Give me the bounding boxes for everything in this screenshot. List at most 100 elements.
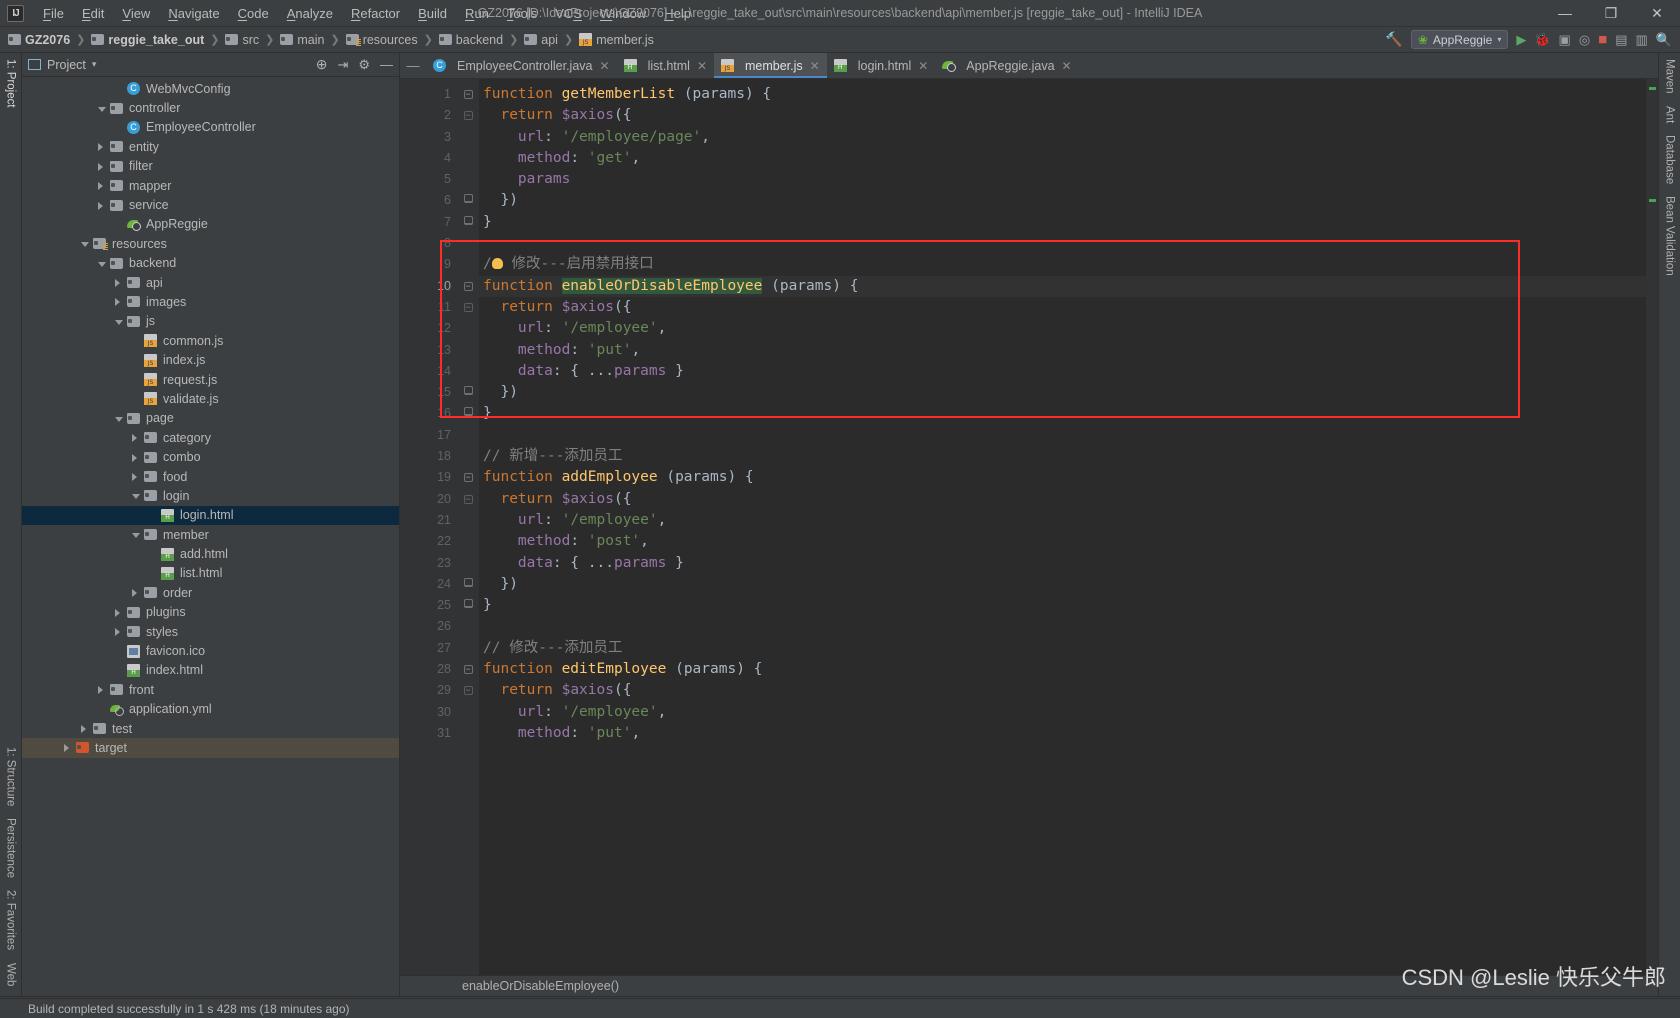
breadcrumb-item-member-js[interactable]: member.js — [577, 33, 656, 47]
code-line[interactable]: url: '/employee', — [479, 702, 1646, 723]
tree-right-arrow-icon[interactable] — [115, 278, 124, 287]
code-line[interactable]: return $axios({ — [479, 489, 1646, 510]
tree-node-plugins[interactable]: plugins — [22, 603, 399, 622]
breadcrumb-item-resources[interactable]: resources — [344, 33, 420, 47]
tree-down-arrow-icon[interactable] — [98, 259, 107, 268]
hide-icon[interactable]: — — [380, 57, 393, 72]
code-line[interactable]: function editEmployee (params) { — [479, 659, 1646, 680]
project-tree[interactable]: C WebMvcConfig controller C EmployeeControll… — [22, 77, 399, 996]
tree-right-arrow-icon[interactable] — [132, 588, 141, 597]
tree-node-order[interactable]: order — [22, 583, 399, 602]
code-line[interactable]: url: '/employee/page', — [479, 127, 1646, 148]
code-line[interactable]: url: '/employee', — [479, 510, 1646, 531]
fold-toggle-icon[interactable] — [457, 190, 479, 211]
menu-item-help[interactable]: Help — [655, 3, 700, 24]
editor-marker-scrollbar[interactable] — [1646, 79, 1658, 975]
tool-window-ant[interactable]: Ant — [1664, 100, 1676, 129]
code-line[interactable]: // 新增---添加员工 — [479, 446, 1646, 467]
tree-node-favicon-ico[interactable]: favicon.ico — [22, 641, 399, 660]
menu-item-refactor[interactable]: Refactor — [342, 3, 409, 24]
tree-right-arrow-icon[interactable] — [98, 201, 107, 210]
breadcrumb-item-src[interactable]: src — [223, 33, 261, 47]
tree-node-front[interactable]: front — [22, 680, 399, 699]
tree-node-filter[interactable]: filter — [22, 157, 399, 176]
tree-node-food[interactable]: food — [22, 467, 399, 486]
code-line[interactable]: / 修改---启用禁用接口 — [479, 254, 1646, 275]
close-icon[interactable]: ✕ — [697, 59, 707, 73]
tree-node-member[interactable]: member — [22, 525, 399, 544]
code-line[interactable]: }) — [479, 382, 1646, 403]
fold-toggle-icon[interactable] — [457, 382, 479, 403]
tree-node-target[interactable]: target — [22, 738, 399, 758]
tool-window-structure[interactable]: 1: Structure — [5, 741, 17, 812]
code-line[interactable]: method: 'put', — [479, 723, 1646, 744]
fold-toggle-icon[interactable]: − — [457, 467, 479, 488]
tree-node-login[interactable]: login — [22, 486, 399, 505]
menu-item-tools[interactable]: Tools — [498, 3, 546, 24]
menu-item-code[interactable]: Code — [229, 3, 278, 24]
menu-item-run[interactable]: Run — [456, 3, 498, 24]
code-line[interactable]: }) — [479, 190, 1646, 211]
tool-window-bean-validation[interactable]: Bean Validation — [1664, 190, 1676, 282]
close-icon[interactable]: ✕ — [1062, 59, 1072, 73]
tree-node-request-js[interactable]: request.js — [22, 370, 399, 389]
fold-toggle-icon[interactable]: − — [457, 84, 479, 105]
breadcrumb-item-reggie-take-out[interactable]: reggie_take_out — [89, 33, 206, 47]
code-line[interactable]: method: 'post', — [479, 531, 1646, 552]
code-line[interactable] — [479, 425, 1646, 446]
tool-window-favorites[interactable]: 2: Favorites — [5, 884, 17, 956]
locate-icon[interactable]: ⊕ — [316, 56, 328, 73]
code-line[interactable]: function addEmployee (params) { — [479, 467, 1646, 488]
tool-window-web[interactable]: Web — [5, 957, 17, 992]
tree-node-application-yml[interactable]: application.yml — [22, 700, 399, 719]
tabs-hide-icon[interactable]: — — [400, 53, 426, 78]
tree-right-arrow-icon[interactable] — [81, 724, 90, 733]
tree-node-entity[interactable]: entity — [22, 137, 399, 156]
tool-window-project[interactable]: 1: Project — [5, 53, 17, 114]
close-icon[interactable]: ✕ — [810, 59, 820, 73]
menu-item-build[interactable]: Build — [409, 3, 456, 24]
fold-toggle-icon[interactable]: − — [457, 105, 479, 126]
tool-window-database[interactable]: Database — [1664, 129, 1676, 190]
menu-item-file[interactable]: File — [34, 3, 73, 24]
run-configuration-selector[interactable]: ❀ AppReggie ▾ — [1410, 30, 1509, 49]
run-icon[interactable]: ▶ — [1516, 32, 1526, 48]
inspection-ok-icon[interactable] — [1648, 84, 1657, 93]
editor-tab-employeecontroller-java[interactable]: C EmployeeController.java ✕ — [426, 53, 617, 78]
code-line[interactable]: // 修改---添加员工 — [479, 638, 1646, 659]
code-line[interactable]: return $axios({ — [479, 680, 1646, 701]
tree-node-combo[interactable]: combo — [22, 447, 399, 466]
tree-node-service[interactable]: service — [22, 195, 399, 214]
breadcrumb-item-main[interactable]: main — [278, 33, 326, 47]
tree-right-arrow-icon[interactable] — [115, 297, 124, 306]
collapse-all-icon[interactable]: ⇥ — [337, 57, 348, 73]
tree-right-arrow-icon[interactable] — [98, 685, 107, 694]
code-folding-column[interactable]: − − − − − − − − — [457, 79, 479, 975]
menu-item-vcs[interactable]: VCS — [546, 3, 591, 24]
menu-item-view[interactable]: View — [113, 3, 159, 24]
tree-node-validate-js[interactable]: validate.js — [22, 389, 399, 408]
tree-node-list-html[interactable]: list.html — [22, 564, 399, 583]
editor-tab-login-html[interactable]: login.html ✕ — [827, 53, 936, 78]
code-line[interactable]: params — [479, 169, 1646, 190]
chevron-down-icon[interactable]: ▾ — [92, 59, 97, 70]
fold-toggle-icon[interactable]: − — [457, 276, 479, 297]
tree-right-arrow-icon[interactable] — [98, 142, 107, 151]
tree-node-webmvcconfig[interactable]: C WebMvcConfig — [22, 79, 399, 98]
tree-node-api[interactable]: api — [22, 273, 399, 292]
close-button[interactable]: ✕ — [1634, 0, 1680, 27]
tree-down-arrow-icon[interactable] — [132, 491, 141, 500]
fold-toggle-icon[interactable]: − — [457, 297, 479, 318]
tree-node-employeecontroller[interactable]: C EmployeeController — [22, 118, 399, 137]
lightbulb-icon[interactable] — [491, 258, 503, 270]
menu-item-window[interactable]: Window — [591, 3, 655, 24]
fold-toggle-icon[interactable]: − — [457, 659, 479, 680]
code-line[interactable]: } — [479, 595, 1646, 616]
code-line[interactable]: } — [479, 212, 1646, 233]
fold-toggle-icon[interactable] — [457, 595, 479, 616]
editor-tab-list-html[interactable]: list.html ✕ — [617, 53, 714, 78]
tree-right-arrow-icon[interactable] — [132, 453, 141, 462]
breadcrumb-item-gz2076[interactable]: GZ2076 — [6, 33, 72, 47]
tree-right-arrow-icon[interactable] — [98, 181, 107, 190]
tree-node-common-js[interactable]: common.js — [22, 331, 399, 350]
